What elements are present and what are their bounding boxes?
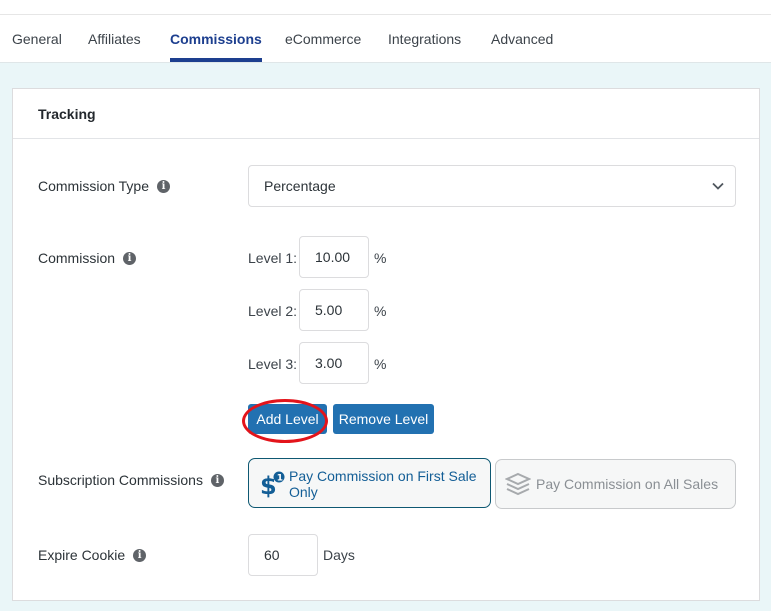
tracking-card: Tracking Commission Type i Percentage Co…	[12, 88, 760, 601]
first-sale-only-label: Pay Commission on First Sale Only	[289, 468, 477, 500]
level-3-input[interactable]: 3.00	[299, 342, 369, 384]
commission-label: Commission i	[38, 250, 137, 266]
add-level-button[interactable]: Add Level	[248, 404, 327, 434]
commission-type-label: Commission Type i	[38, 178, 171, 194]
subscription-commissions-label: Subscription Commissions i	[38, 472, 224, 488]
all-sales-option[interactable]: Pay Commission on All Sales	[495, 459, 736, 509]
all-sales-label: Pay Commission on All Sales	[536, 476, 719, 492]
chevron-down-icon	[712, 182, 724, 190]
level-1-unit: %	[374, 250, 387, 266]
svg-text:1: 1	[277, 474, 283, 484]
tab-commissions[interactable]: Commissions	[170, 31, 262, 63]
stacked-coins-icon	[505, 472, 531, 496]
divider	[0, 62, 771, 63]
commission-type-value: Percentage	[264, 178, 336, 194]
expire-cookie-text: Expire Cookie	[38, 547, 126, 563]
level-1-input[interactable]: 10.00	[299, 236, 369, 278]
card-title: Tracking	[38, 106, 96, 122]
tab-general[interactable]: General	[12, 31, 62, 63]
subscription-commissions-text: Subscription Commissions	[38, 472, 203, 488]
commission-type-select[interactable]: Percentage	[248, 165, 736, 207]
expire-cookie-label: Expire Cookie i	[38, 547, 147, 563]
commission-type-text: Commission Type	[38, 178, 150, 194]
settings-tab-bar: General Affiliates Commissions eCommerce…	[0, 0, 771, 63]
card-header: Tracking	[13, 89, 759, 139]
dollar-one-icon: $ 1	[260, 471, 285, 498]
remove-level-button[interactable]: Remove Level	[333, 404, 434, 434]
level-3-label: Level 3:	[248, 356, 298, 372]
tab-ecommerce[interactable]: eCommerce	[285, 31, 361, 63]
tab-integrations[interactable]: Integrations	[388, 31, 461, 63]
level-2-label: Level 2:	[248, 303, 298, 319]
info-icon[interactable]: i	[133, 548, 147, 562]
info-icon[interactable]: i	[123, 251, 137, 265]
level-3-unit: %	[374, 356, 387, 372]
level-2-input[interactable]: 5.00	[299, 289, 369, 331]
level-1-label: Level 1:	[248, 250, 298, 266]
info-icon[interactable]: i	[157, 179, 171, 193]
divider	[0, 14, 771, 15]
tab-affiliates[interactable]: Affiliates	[88, 31, 141, 63]
info-icon[interactable]: i	[210, 473, 224, 487]
level-2-unit: %	[374, 303, 387, 319]
tab-advanced[interactable]: Advanced	[491, 31, 553, 63]
first-sale-only-option[interactable]: $ 1 Pay Commission on First Sale Only	[248, 458, 491, 508]
commission-text: Commission	[38, 250, 116, 266]
expire-cookie-unit: Days	[323, 547, 355, 563]
expire-cookie-input[interactable]: 60	[248, 534, 318, 576]
